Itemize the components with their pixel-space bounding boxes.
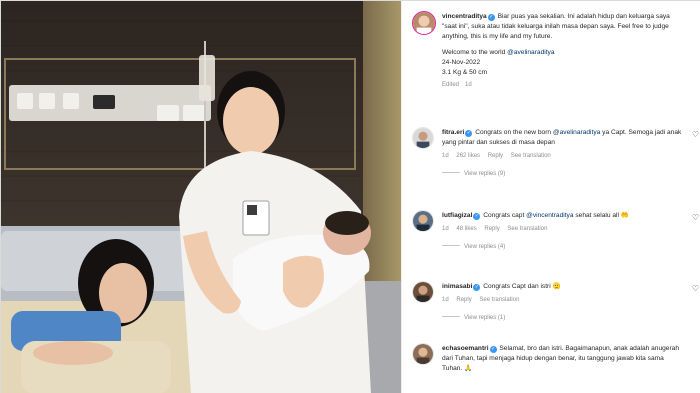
caption-time: 1d	[465, 82, 472, 88]
verified-icon: ✓	[465, 130, 473, 137]
see-translation-button[interactable]: See translation	[507, 226, 547, 232]
caption-body: vincentraditya ✓ Biar puas yaa sekalian. …	[442, 12, 682, 90]
commenter-username[interactable]: fitra.eri	[442, 129, 464, 136]
commenter-avatar[interactable]	[412, 127, 434, 149]
caption-date: 24-Nov-2022	[442, 59, 481, 66]
mention-link[interactable]: @avelinaraditya	[553, 129, 600, 136]
caption-meta: Edited 1d	[442, 80, 682, 90]
comment-time: 1d	[442, 297, 449, 303]
likes-count[interactable]: 262 likes	[456, 153, 480, 159]
caption-stats: 3.1 Kg & 50 cm	[442, 69, 488, 76]
likes-count[interactable]: 48 likes	[456, 226, 476, 232]
commenter-avatar-image	[413, 128, 433, 148]
comment-time: 1d	[442, 226, 449, 232]
comment-time: 1d	[442, 153, 449, 159]
post-photo[interactable]	[1, 1, 401, 393]
heart-icon[interactable]: ♡	[691, 284, 700, 293]
commenter-avatar[interactable]	[412, 343, 434, 365]
comment-text-before: Congrats capt	[483, 212, 527, 219]
verified-icon: ✓	[489, 346, 497, 353]
see-translation-button[interactable]: See translation	[479, 297, 519, 303]
reply-button[interactable]: Reply	[456, 297, 471, 303]
commenter-avatar-image	[413, 282, 433, 302]
commenter-username[interactable]: echasoemantri	[442, 345, 489, 352]
edited-label: Edited	[442, 82, 460, 88]
see-translation-button[interactable]: See translation	[511, 153, 551, 159]
comment-body: lutfiagizal ✓ Congrats capt @vincentradit…	[442, 211, 682, 252]
comment-text: Congrats Capt dan istri 🫡	[483, 283, 561, 290]
author-avatar-image	[413, 12, 435, 34]
mention-link[interactable]: @avelinaraditya	[507, 49, 554, 56]
view-replies-button[interactable]: View replies (4)	[442, 242, 682, 252]
comment-meta: 1d 262 likes Reply See translation	[442, 151, 682, 161]
reply-button[interactable]: Reply	[488, 153, 503, 159]
view-replies-button[interactable]: View replies (1)	[442, 313, 682, 323]
post-details-panel: vincentraditya ✓ Biar puas yaa sekalian. …	[401, 1, 700, 393]
commenter-avatar[interactable]	[412, 210, 434, 232]
comment-meta: 1d 48 likes Reply See translation	[442, 224, 682, 234]
caption-welcome: Welcome to the world @avelinaraditya	[442, 48, 682, 58]
heart-icon[interactable]: ♡	[691, 213, 700, 222]
mention-link[interactable]: @vincentraditya	[526, 212, 573, 219]
view-replies-button[interactable]: View replies (9)	[442, 169, 682, 179]
heart-icon[interactable]: ♡	[691, 130, 700, 139]
comment-text-before: Congrats on the new born	[475, 129, 553, 136]
verified-icon: ✓	[473, 213, 481, 220]
commenter-avatar-image	[413, 211, 433, 231]
comment-body: fitra.eri ✓ Congrats on the new born @ave…	[442, 128, 682, 179]
instagram-post-view: vincentraditya ✓ Biar puas yaa sekalian. …	[0, 0, 700, 393]
commenter-username[interactable]: inimasabi	[442, 283, 472, 290]
commenter-avatar[interactable]	[412, 281, 434, 303]
reply-button[interactable]: Reply	[484, 226, 499, 232]
commenter-username[interactable]: lutfiagizal	[442, 212, 472, 219]
commenter-avatar-image	[413, 344, 433, 364]
welcome-text: Welcome to the world	[442, 49, 508, 56]
comment-body: echasoemantri ✓ Selamat, bro dan istri. B…	[442, 344, 682, 374]
post-photo-illustration	[1, 1, 401, 393]
comment-meta: 1d Reply See translation	[442, 295, 682, 305]
comment-body: inimasabi ✓ Congrats Capt dan istri 🫡 1d …	[442, 282, 682, 323]
author-username[interactable]: vincentraditya	[442, 13, 487, 20]
verified-icon: ✓	[473, 284, 481, 291]
comment-text-after: sehat selalu all 🤲	[573, 212, 630, 219]
verified-icon: ✓	[487, 14, 495, 21]
author-avatar[interactable]	[412, 11, 436, 35]
